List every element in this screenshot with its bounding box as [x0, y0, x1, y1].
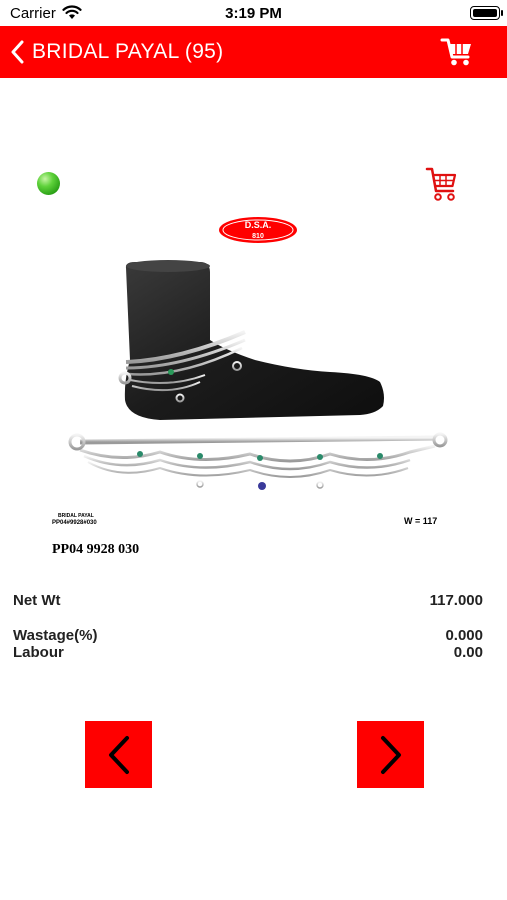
cart-icon — [440, 38, 471, 66]
wastage-label: Wastage(%) — [13, 627, 98, 644]
status-bar: Carrier 3:19 PM — [0, 0, 507, 26]
wastage-row: Wastage(%) 0.000 — [13, 627, 483, 645]
battery-icon — [470, 6, 503, 20]
cart-icon — [425, 167, 457, 201]
navigation-bar: BRIDAL PAYAL (95) — [0, 26, 507, 78]
wastage-value: 0.000 — [445, 627, 483, 644]
stock-status-indicator — [37, 172, 60, 195]
add-to-cart-button[interactable] — [425, 165, 459, 203]
design-number-label: PP04 9928 030 — [52, 542, 139, 557]
foot-mannequin — [124, 262, 384, 420]
net-weight-label: Net Wt — [13, 592, 61, 609]
chevron-left-icon — [108, 735, 129, 774]
previous-item-button[interactable] — [85, 721, 152, 788]
product-image: D.S.A. 810 BRIDAL PAYAL PP04#9928#030 W … — [52, 217, 448, 557]
image-weight-label: W = 117 — [404, 516, 437, 526]
brand-badge-number: 810 — [252, 233, 264, 240]
labour-row: Labour 0.00 — [13, 644, 483, 662]
product-details: Net Wt 117.000 Wastage(%) 0.000 Labour 0… — [13, 592, 483, 672]
header-cart-button[interactable] — [440, 36, 476, 68]
next-item-button[interactable] — [357, 721, 424, 788]
image-category-label: BRIDAL PAYAL — [58, 513, 94, 519]
brand-badge-name: D.S.A. — [245, 220, 272, 230]
net-weight-row: Net Wt 117.000 — [13, 592, 483, 610]
page-title: BRIDAL PAYAL (95) — [32, 40, 224, 63]
image-code-label: PP04#9928#030 — [52, 520, 97, 526]
clock: 3:19 PM — [225, 5, 282, 22]
chevron-left-icon — [11, 40, 24, 64]
labour-label: Labour — [13, 644, 64, 661]
chevron-right-icon — [380, 735, 401, 774]
back-button[interactable]: BRIDAL PAYAL (95) — [10, 26, 223, 78]
labour-value: 0.00 — [453, 644, 483, 661]
anklet-flat — [68, 432, 448, 490]
net-weight-value: 117.000 — [429, 592, 483, 609]
brand-badge: D.S.A. 810 — [219, 217, 297, 243]
